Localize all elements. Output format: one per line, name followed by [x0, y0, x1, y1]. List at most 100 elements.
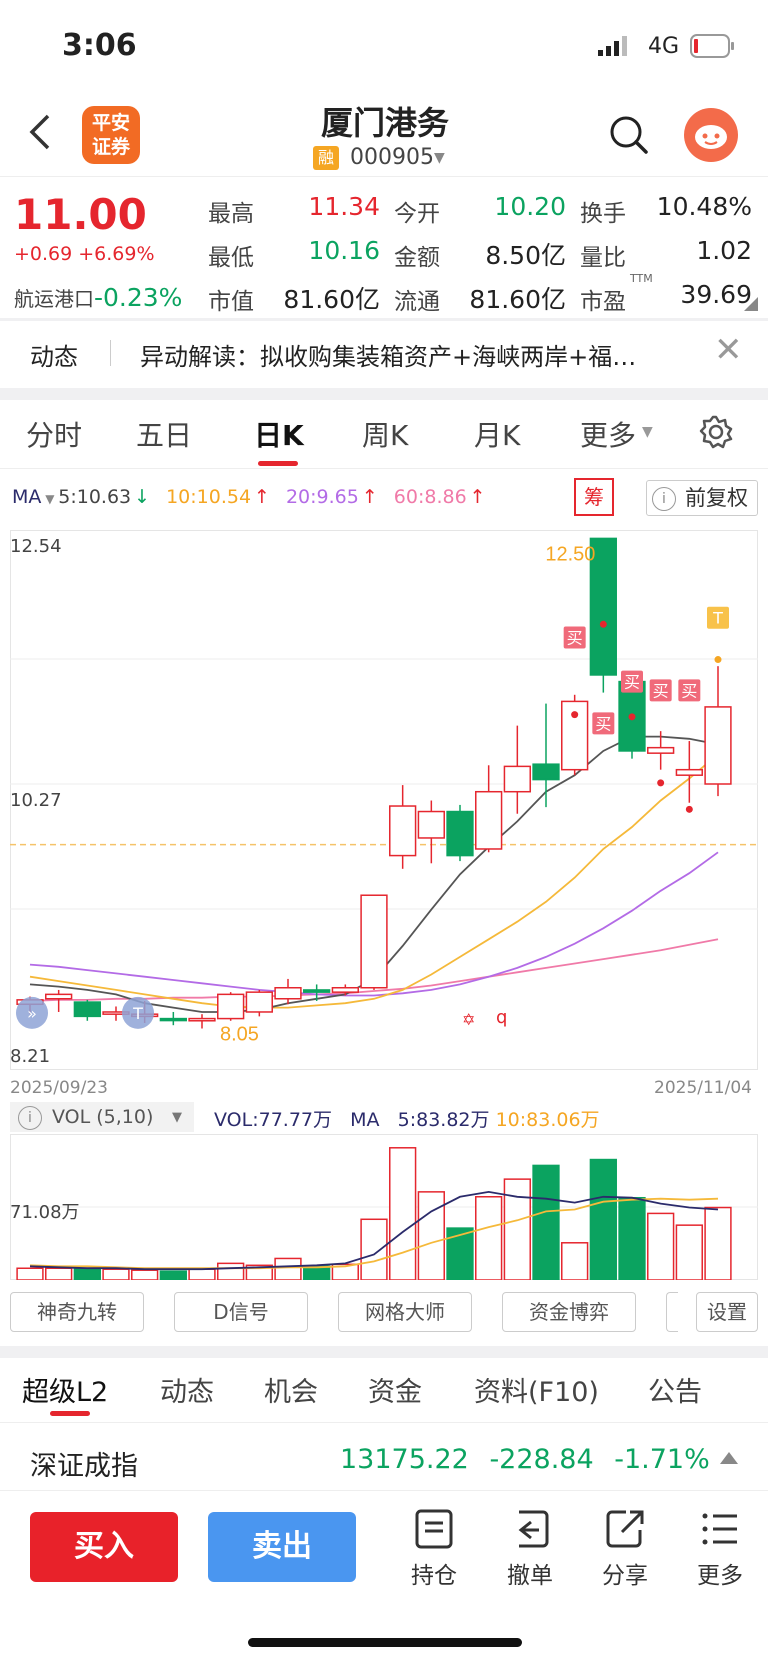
bottom-tab[interactable]: 动态 — [160, 1370, 214, 1409]
bottom-tab[interactable]: 超级L2 — [22, 1370, 108, 1409]
volume-bar — [16, 1267, 44, 1280]
candle-body — [274, 986, 302, 1000]
search-icon[interactable] — [608, 114, 650, 160]
expand-up-icon[interactable] — [720, 1452, 738, 1464]
signal-dot — [599, 620, 607, 628]
period-tab[interactable]: 月K — [474, 414, 520, 454]
chip-distribution-button[interactable]: 筹 — [574, 478, 614, 516]
period-tab[interactable]: 五日 — [136, 414, 192, 454]
close-icon[interactable]: ✕ — [714, 330, 743, 370]
expand-corner-icon[interactable] — [744, 296, 758, 315]
volume-bar — [131, 1269, 159, 1280]
signal-dot — [685, 805, 693, 813]
bottom-tab[interactable]: 资料(F10) — [474, 1370, 599, 1409]
price-change: +0.69 +6.69% — [14, 243, 155, 265]
ma-value: 20:9.65 — [285, 486, 359, 508]
cancel-order-button[interactable]: 撤单 — [490, 1508, 570, 1590]
period-tab[interactable]: 分时 — [26, 414, 82, 454]
info-icon[interactable]: i — [18, 1106, 42, 1130]
indicator-button[interactable]: 设置 — [696, 1292, 758, 1332]
period-tab[interactable]: 周K — [362, 414, 408, 454]
volume-bar — [45, 1267, 73, 1280]
candle-body — [159, 1017, 187, 1022]
candle-body — [45, 993, 73, 1000]
volume-bar — [73, 1267, 101, 1280]
stock-name: 厦门港务 — [320, 104, 449, 142]
candle-body — [303, 989, 331, 993]
signal-tag: 买 — [621, 670, 643, 693]
volume-bar — [274, 1257, 302, 1280]
margin-badge: 融 — [313, 146, 339, 170]
ma-legend[interactable]: MA ▼ 5:10.63 ↓ 10:10.54 ↑ 20:9.65 ↑ 60:8.86 ↑ — [12, 486, 502, 508]
ma-label[interactable]: MA — [12, 486, 41, 508]
quote-label: 最低 — [208, 245, 254, 271]
arrow-up-icon: ↑ — [254, 486, 270, 508]
caret-down-icon[interactable]: ▼ — [172, 1110, 182, 1125]
quote-value: 10.20 — [494, 192, 566, 221]
bottom-tab[interactable]: 公告 — [648, 1370, 702, 1409]
chart-frame — [10, 530, 758, 1070]
candle-body — [73, 1001, 101, 1018]
date-start: 2025/09/23 — [10, 1078, 108, 1098]
indicator-button-partial[interactable] — [666, 1292, 678, 1332]
share-button[interactable]: 分享 — [585, 1508, 665, 1590]
trade-point-icon: T — [122, 996, 154, 1029]
double-arrow-icon: » — [27, 1004, 37, 1023]
volume-bar — [303, 1265, 331, 1280]
holdings-button[interactable]: 持仓 — [394, 1508, 474, 1590]
quote-label: 流通 — [394, 289, 440, 315]
caret-down-icon[interactable]: ▼ — [41, 492, 58, 506]
candlestick-chart[interactable]: 12.508.05买买买买买T» T ✡ q — [10, 530, 758, 1070]
news-headline[interactable]: 异动解读：拟收购集装箱资产+海峡两岸+福… — [140, 337, 680, 372]
index-values[interactable]: 13175.22 -228.84 -1.71% — [340, 1444, 710, 1475]
candle-body — [188, 1017, 216, 1022]
volume-bar — [561, 1242, 589, 1280]
network-type: 4G — [648, 34, 680, 59]
bottom-tab[interactable]: 资金 — [368, 1370, 422, 1409]
candle-body — [360, 894, 388, 989]
news-tag[interactable]: 动态 — [30, 337, 78, 372]
candle — [417, 800, 445, 864]
volume-bar — [704, 1206, 732, 1280]
index-name[interactable]: 深证成指 — [30, 1444, 138, 1483]
back-icon[interactable] — [26, 112, 56, 152]
home-indicator — [248, 1638, 522, 1647]
sell-button[interactable]: 卖出 — [208, 1512, 356, 1582]
avatar[interactable] — [684, 108, 738, 162]
candle — [561, 694, 589, 776]
info-icon[interactable]: i — [652, 487, 676, 511]
candle — [274, 978, 302, 1005]
volume-chart[interactable] — [10, 1134, 758, 1280]
volume-values: VOL:77.77万 MA 5:83.82万 10:83.06万 — [214, 1109, 600, 1131]
indicator-button[interactable]: 网格大师 — [338, 1292, 472, 1332]
quote-label-superscript: TTM — [630, 272, 653, 285]
indicator-button[interactable]: 神奇九转 — [10, 1292, 144, 1332]
caret-down-icon[interactable]: ▼ — [642, 424, 653, 440]
arrow-down-icon: ↓ — [134, 486, 151, 508]
axis-label-low: 8.21 — [10, 1046, 51, 1067]
quote-value: 10.16 — [308, 236, 380, 265]
stock-code[interactable]: 000905 — [350, 145, 434, 170]
buy-button[interactable]: 买入 — [30, 1512, 178, 1582]
volume-bar — [217, 1262, 245, 1280]
quote-value: 11.34 — [308, 192, 380, 221]
volume-bar — [417, 1191, 445, 1280]
caret-down-icon[interactable]: ▼ — [434, 150, 445, 166]
candle-body — [217, 993, 245, 1020]
signal-dot — [628, 713, 636, 721]
period-tab[interactable]: 更多 — [580, 414, 636, 454]
indicator-button[interactable]: D信号 — [174, 1292, 308, 1332]
candle-body — [331, 986, 359, 993]
settings-gear-icon[interactable] — [698, 414, 734, 454]
more-button[interactable]: 更多 — [680, 1508, 760, 1590]
candle — [475, 765, 503, 853]
period-tab[interactable]: 日K — [254, 414, 304, 454]
battery-icon — [690, 34, 736, 62]
candle-body — [647, 746, 675, 754]
volume-bar — [360, 1218, 388, 1280]
indicator-button[interactable]: 资金博弈 — [502, 1292, 636, 1332]
candle — [360, 894, 388, 990]
quote-value: 81.60亿 — [469, 285, 566, 314]
sector-info[interactable]: 航运港口-0.23% — [14, 283, 182, 312]
bottom-tab[interactable]: 机会 — [264, 1370, 318, 1409]
